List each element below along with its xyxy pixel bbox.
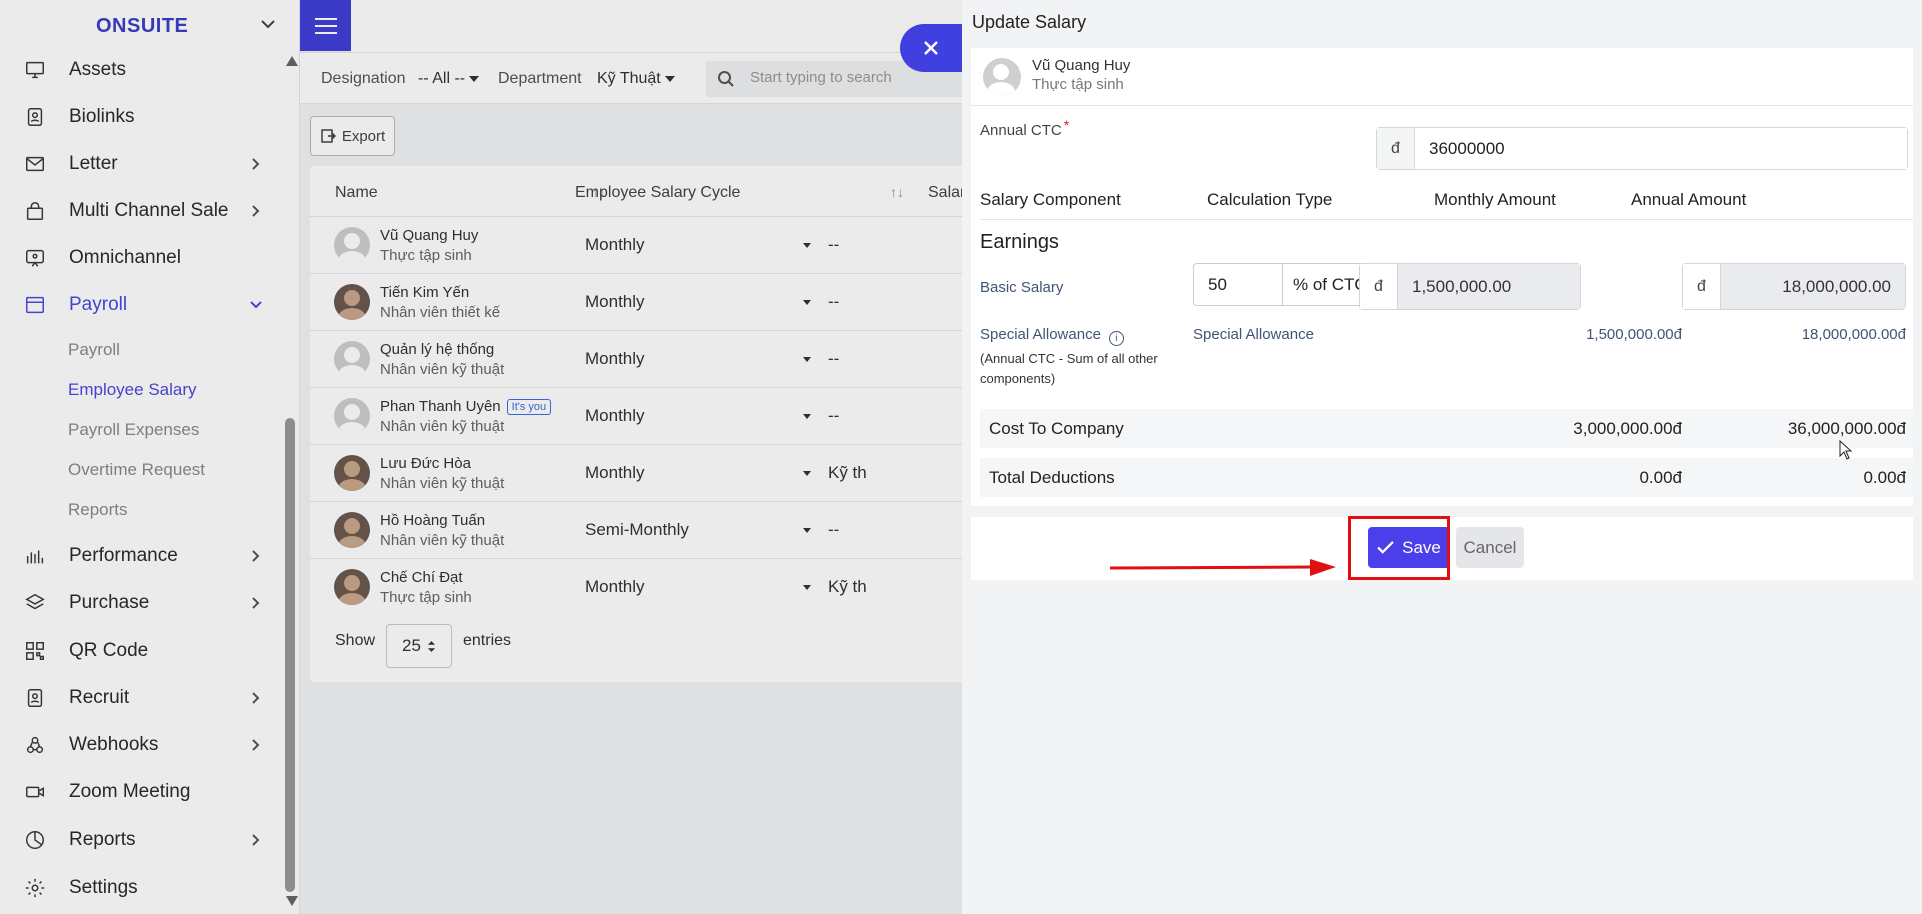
special-allowance-label: Special Allowance i — [980, 326, 1124, 346]
annotation-arrow-icon — [1110, 559, 1336, 576]
required-asterisk: * — [1063, 117, 1070, 133]
cost-to-company-annual: 36,000,000.00đ — [1787, 419, 1906, 438]
earnings-title: Earnings — [980, 231, 1059, 253]
info-icon[interactable]: i — [1108, 331, 1124, 346]
special-allowance-note: (Annual CTC - Sum of all other component… — [980, 351, 1158, 386]
close-drawer-button[interactable] — [900, 24, 962, 72]
mouse-cursor-icon — [1839, 440, 1853, 460]
employee-name: Vũ Quang Huy — [1032, 57, 1131, 74]
annual-ctc-input[interactable] — [1415, 128, 1907, 169]
cancel-label: Cancel — [1463, 537, 1517, 557]
basic-salary-annual-group: đ 18,000,000.00 — [1682, 263, 1906, 310]
modal-backdrop[interactable] — [0, 0, 962, 914]
special-allowance-label-text: Special Allowance — [980, 326, 1101, 343]
cost-to-company-label: Cost To Company — [989, 419, 1124, 438]
annual-ctc-group: đ — [1376, 127, 1908, 170]
divider — [980, 219, 1913, 220]
column-header-annual-amount: Annual Amount — [1631, 190, 1747, 209]
special-allowance-calc-type: Special Allowance — [1193, 326, 1314, 343]
basic-salary-percent-input[interactable] — [1193, 263, 1283, 306]
cost-to-company-row: Cost To Company 3,000,000.00đ 36,000,000… — [980, 409, 1913, 448]
annual-ctc-label: Annual CTC * — [980, 117, 1069, 139]
calculation-type-value: % of CTC — [1293, 274, 1367, 294]
employee-role: Thực tập sinh — [1032, 76, 1124, 93]
currency-addon: đ — [1683, 264, 1721, 309]
close-icon — [924, 41, 938, 55]
special-allowance-annual: 18,000,000.00đ — [1801, 326, 1906, 343]
cost-to-company-monthly: 3,000,000.00đ — [1573, 419, 1682, 438]
column-header-monthly-amount: Monthly Amount — [1434, 190, 1556, 209]
avatar — [983, 58, 1021, 96]
drawer-title: Update Salary — [972, 12, 1087, 32]
basic-salary-monthly-group: đ 1,500,000.00 — [1359, 263, 1581, 310]
employee-header: Vũ Quang Huy Thực tập sinh — [971, 48, 1913, 106]
basic-salary-annual-value: 18,000,000.00 — [1721, 264, 1905, 309]
cancel-button[interactable]: Cancel — [1456, 527, 1524, 568]
total-deductions-annual: 0.00đ — [1863, 468, 1906, 487]
basic-salary-monthly-value: 1,500,000.00 — [1398, 264, 1580, 309]
column-header-calculation-type: Calculation Type — [1207, 190, 1333, 209]
basic-salary-label: Basic Salary — [980, 279, 1064, 296]
special-allowance-monthly: 1,500,000.00đ — [1586, 326, 1682, 343]
update-salary-drawer: Update Salary Vũ Quang Huy Thực tập sinh… — [962, 0, 1922, 914]
annual-ctc-label-text: Annual CTC — [980, 122, 1062, 139]
total-deductions-monthly: 0.00đ — [1639, 468, 1682, 487]
salary-form-card: Vũ Quang Huy Thực tập sinh Annual CTC * đ… — [971, 48, 1913, 506]
currency-addon: đ — [1360, 264, 1398, 309]
column-header-salary-component: Salary Component — [980, 190, 1121, 209]
annotation-highlight-box — [1348, 516, 1450, 580]
total-deductions-row: Total Deductions 0.00đ 0.00đ — [980, 458, 1913, 497]
currency-addon: đ — [1377, 128, 1415, 169]
total-deductions-label: Total Deductions — [989, 468, 1115, 487]
